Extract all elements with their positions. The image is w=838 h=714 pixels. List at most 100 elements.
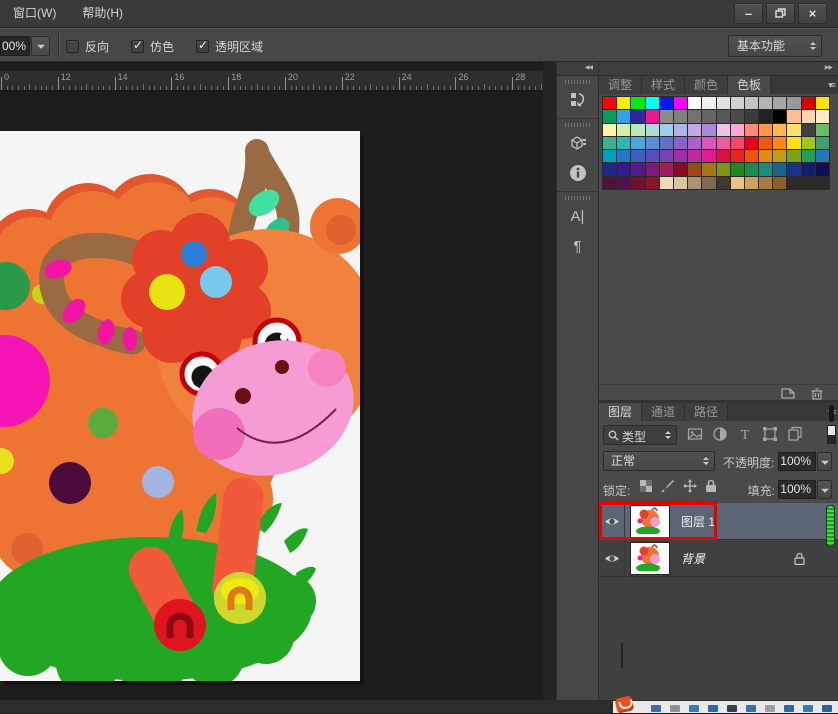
opacity-value-field[interactable]: 100% <box>778 452 816 471</box>
color-swatch[interactable] <box>674 150 687 162</box>
checked-checkbox-icon[interactable] <box>131 40 144 53</box>
color-swatch[interactable] <box>787 97 800 109</box>
lock-transparency-icon[interactable] <box>639 479 653 493</box>
tab-通道[interactable]: 通道 <box>642 403 685 421</box>
checked-checkbox-icon[interactable] <box>196 40 209 53</box>
taskbar-icon[interactable] <box>670 705 680 712</box>
color-swatch[interactable] <box>717 163 730 175</box>
color-swatch[interactable] <box>674 163 687 175</box>
collapse-panels-button[interactable]: ◀◀ <box>557 62 598 76</box>
taskbar-icon[interactable] <box>822 705 832 712</box>
color-swatch[interactable] <box>603 177 616 189</box>
layer-thumbnail-frame[interactable] <box>631 543 669 574</box>
checkbox-反向[interactable]: 反向 <box>66 38 109 55</box>
color-swatch[interactable] <box>816 124 829 136</box>
color-swatch[interactable] <box>631 150 644 162</box>
color-swatch[interactable] <box>745 163 758 175</box>
color-swatch[interactable] <box>702 163 715 175</box>
tab-图层[interactable]: 图层 <box>599 403 642 421</box>
visibility-cell[interactable] <box>599 503 625 540</box>
color-swatch[interactable] <box>717 177 730 189</box>
color-swatch[interactable] <box>702 110 715 122</box>
color-swatch[interactable] <box>660 124 673 136</box>
visibility-eye-icon[interactable] <box>604 516 620 527</box>
type-filter-icon[interactable]: T <box>737 426 753 442</box>
color-swatch[interactable] <box>631 163 644 175</box>
color-swatch[interactable] <box>674 137 687 149</box>
color-swatch[interactable] <box>731 137 744 149</box>
tab-样式[interactable]: 样式 <box>642 76 685 94</box>
taskbar-icon[interactable] <box>689 705 699 712</box>
color-swatch[interactable] <box>759 137 772 149</box>
color-swatch[interactable] <box>802 150 815 162</box>
color-swatch[interactable] <box>688 97 701 109</box>
tab-色板[interactable]: 色板 <box>728 76 771 94</box>
taskbar-icon[interactable] <box>708 705 718 712</box>
color-swatch[interactable] <box>631 110 644 122</box>
color-swatch[interactable] <box>603 110 616 122</box>
tab-调整[interactable]: 调整 <box>599 76 642 94</box>
color-swatch[interactable] <box>631 137 644 149</box>
dock-grip[interactable] <box>565 196 591 200</box>
color-swatch[interactable] <box>787 150 800 162</box>
color-swatch[interactable] <box>660 177 673 189</box>
visibility-cell[interactable] <box>599 540 625 577</box>
workspace-switcher[interactable]: 基本功能 <box>728 35 822 57</box>
layer-name[interactable]: 背景 <box>681 550 705 567</box>
color-swatch[interactable] <box>660 150 673 162</box>
color-swatch[interactable] <box>717 110 730 122</box>
color-swatch[interactable] <box>646 124 659 136</box>
checkbox-仿色[interactable]: 仿色 <box>131 38 174 55</box>
menu-item-帮助(H)[interactable]: 帮助(H) <box>69 0 136 27</box>
color-swatch[interactable] <box>816 97 829 109</box>
smartobject-filter-icon[interactable] <box>787 426 803 442</box>
color-swatch[interactable] <box>802 110 815 122</box>
color-swatch[interactable] <box>646 110 659 122</box>
color-swatch[interactable] <box>617 97 630 109</box>
info-panel-icon[interactable] <box>563 159 593 187</box>
tab-颜色[interactable]: 颜色 <box>685 76 728 94</box>
character-panel-icon[interactable]: A| <box>563 202 593 230</box>
color-swatch[interactable] <box>646 137 659 149</box>
color-swatch[interactable] <box>787 137 800 149</box>
color-swatch[interactable] <box>617 110 630 122</box>
shape-filter-icon[interactable] <box>762 426 778 442</box>
color-swatch[interactable] <box>816 163 829 175</box>
color-swatch[interactable] <box>759 124 772 136</box>
color-swatch[interactable] <box>674 97 687 109</box>
color-swatch[interactable] <box>731 163 744 175</box>
expand-panels-button[interactable]: ▶▶ <box>599 62 838 76</box>
pixel-filter-icon[interactable] <box>687 426 703 442</box>
layer-filter-select[interactable]: 类型 <box>603 425 677 445</box>
color-swatch[interactable] <box>617 137 630 149</box>
color-swatch[interactable] <box>688 137 701 149</box>
color-swatch[interactable] <box>717 124 730 136</box>
color-swatch[interactable] <box>731 150 744 162</box>
color-swatch[interactable] <box>631 177 644 189</box>
taskbar-icon[interactable] <box>803 705 813 712</box>
color-swatch[interactable] <box>702 137 715 149</box>
color-swatch[interactable] <box>745 177 758 189</box>
app-logo-icon[interactable] <box>615 695 635 713</box>
color-swatch[interactable] <box>802 124 815 136</box>
color-swatch[interactable] <box>660 163 673 175</box>
color-swatch[interactable] <box>674 177 687 189</box>
color-swatch[interactable] <box>688 124 701 136</box>
color-swatch[interactable] <box>773 177 786 189</box>
color-swatch[interactable] <box>773 97 786 109</box>
panel-menu-icon[interactable]: ▾≡ <box>828 80 834 91</box>
blend-mode-select[interactable]: 正常 <box>603 451 715 471</box>
color-swatch[interactable] <box>702 177 715 189</box>
adjustment-filter-icon[interactable] <box>712 426 728 442</box>
color-swatch[interactable] <box>745 110 758 122</box>
color-swatch[interactable] <box>702 150 715 162</box>
color-swatch[interactable] <box>773 163 786 175</box>
color-swatch[interactable] <box>717 137 730 149</box>
document-canvas[interactable] <box>0 131 360 681</box>
color-swatch[interactable] <box>688 110 701 122</box>
color-swatch[interactable] <box>646 177 659 189</box>
lock-all-icon[interactable] <box>705 479 717 493</box>
color-swatch[interactable] <box>603 124 616 136</box>
color-swatch[interactable] <box>773 137 786 149</box>
color-swatch[interactable] <box>816 110 829 122</box>
